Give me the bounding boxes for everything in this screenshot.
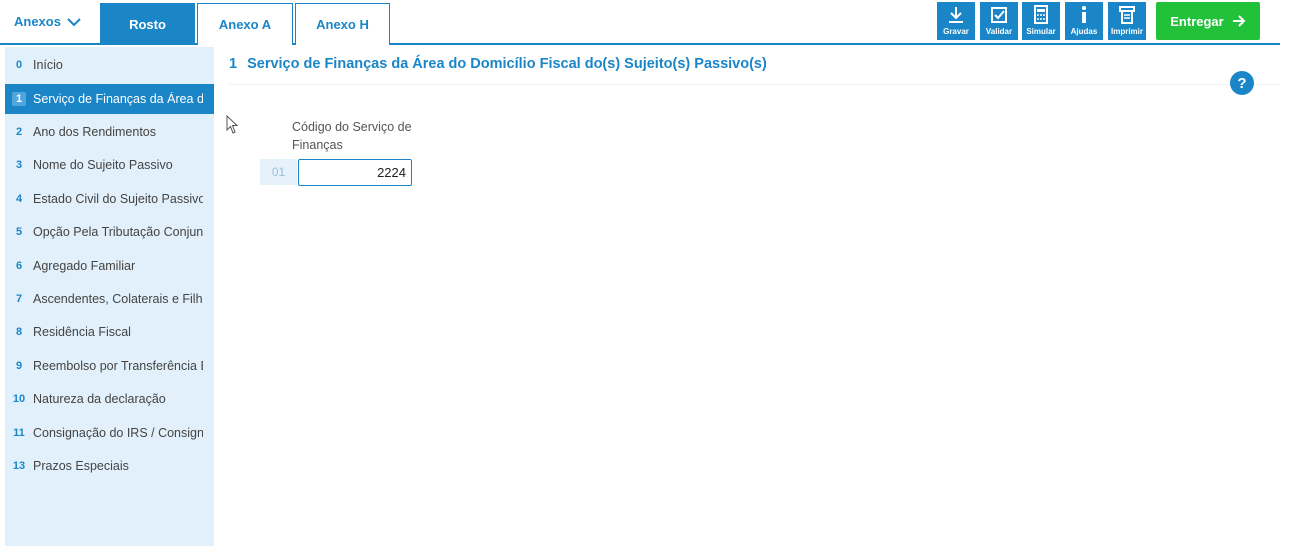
sidebar-item-nome-sujeito[interactable]: 3 Nome do Sujeito Passivo (5, 150, 214, 180)
tab-anexo-a[interactable]: Anexo A (197, 3, 293, 45)
sidebar-item-prazos-especiais[interactable]: 13 Prazos Especiais (5, 451, 214, 481)
tab-label: Anexo H (316, 17, 369, 32)
sidebar-item-number: 2 (15, 126, 23, 138)
printer-icon (1119, 6, 1135, 24)
sidebar-item-number: 9 (15, 360, 23, 372)
sidebar-item-number: 3 (15, 159, 23, 171)
arrow-right-icon (1232, 15, 1246, 27)
sidebar-item-label: Início (33, 58, 63, 72)
section-title-text: Serviço de Finanças da Área do Domicílio… (247, 56, 767, 72)
tab-anexo-h[interactable]: Anexo H (295, 3, 390, 45)
sidebar-item-number: 1 (11, 92, 27, 106)
imprimir-button[interactable]: Imprimir (1108, 2, 1146, 40)
sidebar-item-label: Consignação do IRS / Consignação do IVA (33, 426, 203, 440)
info-icon (1082, 6, 1086, 23)
tab-label: Anexo A (218, 17, 272, 32)
anexos-dropdown[interactable]: Anexos (14, 14, 81, 29)
sidebar-item-ascendentes[interactable]: 7 Ascendentes, Colaterais e Filhos (5, 284, 214, 314)
simular-button[interactable]: Simular (1022, 2, 1060, 40)
codigo-servico-input[interactable] (298, 159, 412, 186)
section-title: 1 Serviço de Finanças da Área do Domicíli… (229, 56, 767, 72)
sidebar-item-label: Reembolso por Transferência Bancária (33, 359, 203, 373)
sidebar-item-number: 5 (15, 226, 23, 238)
entregar-button[interactable]: Entregar (1156, 2, 1260, 40)
sidebar-item-number: 7 (15, 293, 23, 305)
sidebar-item-consignacao[interactable]: 11 Consignação do IRS / Consignação do IV… (5, 418, 214, 448)
sidebar-item-label: Prazos Especiais (33, 459, 129, 473)
sidebar-item-natureza-declaracao[interactable]: 10 Natureza da declaração (5, 384, 214, 414)
sidebar-item-label: Residência Fiscal (33, 325, 131, 339)
row-number: 01 (260, 159, 297, 185)
validar-label: Validar (985, 27, 1013, 36)
top-bar: Anexos Rosto Anexo A Anexo H Gravar Vali… (0, 0, 1280, 45)
sidebar-item-servico-financas[interactable]: 1 Serviço de Finanças da Área do Domicíli… (5, 84, 214, 114)
anexos-label: Anexos (14, 14, 61, 29)
sidebar-item-label: Ano dos Rendimentos (33, 125, 156, 139)
divider (229, 84, 1280, 85)
ajudas-button[interactable]: Ajudas (1065, 2, 1103, 40)
mouse-cursor-icon (226, 115, 238, 134)
ajudas-label: Ajudas (1070, 27, 1098, 36)
tab-label: Rosto (129, 17, 166, 32)
sidebar-item-ano-rendimentos[interactable]: 2 Ano dos Rendimentos (5, 117, 214, 147)
sidebar-item-label: Serviço de Finanças da Área do Domicílio… (33, 92, 203, 106)
sidebar-item-label: Opção Pela Tributação Conjunta (33, 225, 203, 239)
tab-rosto[interactable]: Rosto (100, 3, 195, 45)
sidebar-item-number: 6 (15, 260, 23, 272)
sidebar-item-residencia-fiscal[interactable]: 8 Residência Fiscal (5, 317, 214, 347)
sidebar-item-number: 10 (12, 393, 26, 405)
gravar-button[interactable]: Gravar (937, 2, 975, 40)
sidebar-item-number: 0 (15, 59, 23, 71)
checkbox-icon (991, 7, 1007, 23)
sidebar-item-opcao-tributacao[interactable]: 5 Opção Pela Tributação Conjunta (5, 217, 214, 247)
sidebar: 0 Início 1 Serviço de Finanças da Área do … (5, 47, 214, 546)
sidebar-item-number: 8 (15, 326, 23, 338)
chevron-down-icon (67, 17, 81, 26)
help-button[interactable]: ? (1230, 71, 1254, 95)
sidebar-item-estado-civil[interactable]: 4 Estado Civil do Sujeito Passivo (5, 184, 214, 214)
simular-label: Simular (1026, 27, 1056, 36)
sidebar-item-agregado-familiar[interactable]: 6 Agregado Familiar (5, 251, 214, 281)
codigo-servico-label: Código do Serviço de Finanças (292, 120, 412, 152)
imprimir-label: Imprimir (1110, 27, 1143, 36)
question-icon: ? (1237, 74, 1247, 92)
sidebar-item-number: 11 (13, 427, 25, 439)
gravar-label: Gravar (943, 27, 969, 36)
sidebar-item-reembolso[interactable]: 9 Reembolso por Transferência Bancária (5, 351, 214, 381)
sidebar-item-inicio[interactable]: 0 Início (5, 50, 214, 80)
entregar-label: Entregar (1170, 13, 1224, 29)
sidebar-item-label: Estado Civil do Sujeito Passivo (33, 192, 203, 206)
validar-button[interactable]: Validar (980, 2, 1018, 40)
sidebar-item-number: 13 (12, 460, 26, 472)
section-number: 1 (229, 56, 238, 72)
sidebar-item-number: 4 (15, 193, 23, 205)
sidebar-item-label: Agregado Familiar (33, 259, 136, 273)
download-icon (949, 7, 963, 23)
sidebar-item-label: Nome do Sujeito Passivo (33, 158, 173, 172)
sidebar-item-label: Natureza da declaração (33, 392, 166, 406)
sidebar-item-label: Ascendentes, Colaterais e Filhos (33, 292, 203, 306)
calculator-icon (1034, 5, 1048, 24)
